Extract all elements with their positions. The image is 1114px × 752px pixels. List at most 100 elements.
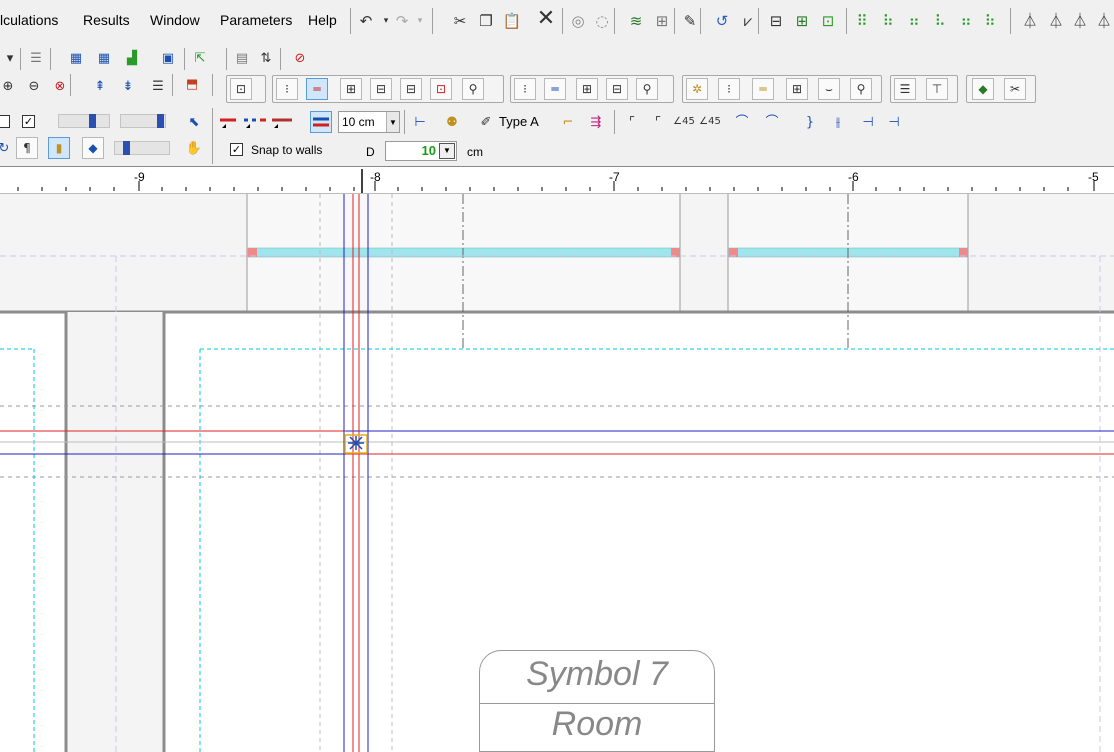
align-6-icon[interactable]: ⠷ — [980, 11, 1000, 31]
menu-help[interactable]: Help — [308, 12, 337, 28]
align-1-icon[interactable]: ⠿ — [852, 11, 872, 31]
door-tool-button[interactable]: ⊞ — [340, 78, 362, 100]
pen-icon[interactable]: ✎ — [680, 11, 700, 31]
rotate-icon[interactable]: ↻ — [0, 138, 14, 158]
zoom-in-icon[interactable]: ⊕ — [0, 76, 18, 96]
no-entry-icon[interactable]: ⊘ — [290, 48, 310, 68]
arc-corner-icon[interactable]: ⌜ — [648, 112, 668, 132]
paste-icon[interactable]: 📋 — [502, 11, 522, 31]
chevron-down-icon[interactable]: ▼ — [439, 143, 455, 159]
edit-line-icon[interactable]: ⩗ — [738, 11, 758, 31]
delete-icon[interactable]: ✕ — [536, 8, 556, 30]
list-icon[interactable]: ▤ — [232, 48, 252, 68]
highlight-button[interactable]: ▮ — [48, 137, 70, 159]
label-tool-button[interactable]: ⚲ — [462, 78, 484, 100]
room-tool-button[interactable]: ⊡ — [430, 78, 452, 100]
wall-tool-button[interactable]: ⁝ — [276, 78, 298, 100]
transparency-slider[interactable] — [58, 114, 110, 128]
hand-icon[interactable]: ✋ — [184, 138, 204, 158]
undo-icon[interactable]: ↶ — [356, 11, 376, 31]
drawing-canvas[interactable]: Symbol 7 Room — [0, 194, 1114, 752]
dimension-icon[interactable]: ⊢ — [410, 112, 430, 132]
connect-icon[interactable]: ⚉ — [442, 112, 462, 132]
pencil-icon[interactable]: ✐ — [476, 112, 496, 132]
slider-thumb[interactable] — [157, 114, 164, 128]
distance-input[interactable]: 10 ▼ — [385, 141, 457, 161]
light-tool-button[interactable]: ✲ — [686, 78, 708, 100]
cable-tool-button[interactable]: ═ — [752, 78, 774, 100]
duct-tool-button[interactable]: ═ — [544, 78, 566, 100]
grid-icon[interactable]: ▦ — [94, 48, 114, 68]
view-3d-toolbar-icon[interactable]: ⬒ — [182, 74, 202, 94]
revit-icon[interactable]: ⇱ — [190, 48, 210, 68]
corner-icon[interactable]: ⌜ — [622, 112, 642, 132]
line-tool-button[interactable]: ═ — [306, 78, 328, 100]
polyline-icon[interactable]: ↺ — [712, 11, 732, 31]
slider-thumb[interactable] — [123, 141, 130, 155]
report-icon[interactable]: ☰ — [26, 48, 46, 68]
cut-icon[interactable]: ✂ — [450, 11, 470, 31]
save-icon[interactable]: ▣ — [158, 48, 178, 68]
socket-tool-button[interactable]: ⁝ — [718, 78, 740, 100]
align-2-icon[interactable]: ⠷ — [878, 11, 898, 31]
levels-icon[interactable]: ☰ — [148, 76, 168, 96]
slider-thumb[interactable] — [89, 114, 96, 128]
valve-tool-button[interactable]: ⊟ — [606, 78, 628, 100]
wall-segment-vertical[interactable] — [66, 312, 164, 752]
parallel-icon[interactable]: ⊣ — [858, 112, 878, 132]
type-label[interactable]: Type A — [499, 114, 539, 129]
contrast-slider[interactable] — [120, 114, 166, 128]
line-width-dropdown[interactable]: 10 cm ▼ — [338, 111, 400, 133]
table-icon[interactable]: ▦ — [66, 48, 86, 68]
list-view-button[interactable]: ☰ — [894, 78, 916, 100]
route-icon[interactable]: ⇶ — [586, 112, 606, 132]
anchor-icon[interactable]: ⌐ — [558, 112, 578, 132]
zoom-window-icon[interactable]: ⊗ — [50, 76, 70, 96]
split-icon[interactable]: ⊟ — [766, 11, 786, 31]
copy-icon[interactable]: ❐ — [476, 11, 496, 31]
wall-segment[interactable] — [680, 194, 728, 312]
bend-icon[interactable]: ⌒ — [762, 112, 782, 132]
align-4-icon[interactable]: ⠧ — [930, 11, 950, 31]
sort-icon[interactable]: ⇅ — [256, 48, 276, 68]
align-5-icon[interactable]: ⠶ — [956, 11, 976, 31]
room-icon[interactable]: ⊡ — [818, 11, 838, 31]
wall-segment[interactable] — [968, 194, 1114, 312]
tree-view-button[interactable]: ⊤ — [926, 78, 948, 100]
tool-dropdown-icon[interactable]: ▾ — [0, 48, 20, 68]
angle-45b-icon[interactable]: ∠45 — [699, 112, 721, 132]
fitting-tool-button[interactable]: ⊞ — [576, 78, 598, 100]
opening-tool-button[interactable]: ⊟ — [400, 78, 422, 100]
snap-to-walls-checkbox[interactable]: ✓ — [230, 143, 243, 156]
window-tool-button[interactable]: ⊟ — [370, 78, 392, 100]
wall-segment[interactable] — [0, 194, 247, 312]
view-3d-icon[interactable]: ◎ — [568, 11, 588, 31]
device-tag-button[interactable]: ⚲ — [850, 78, 872, 100]
menu-window[interactable]: Window — [150, 12, 200, 28]
pilcrow-button[interactable]: ¶ — [16, 137, 38, 159]
bracket-icon[interactable]: } — [800, 112, 820, 132]
level-down-icon[interactable]: ⇟ — [118, 76, 138, 96]
mirror-3-icon[interactable]: ⏃ — [1070, 11, 1090, 31]
select-arrow-icon[interactable]: ⬉ — [184, 112, 204, 132]
angle-45-icon[interactable]: ∠45 — [673, 112, 695, 132]
mirror-2-icon[interactable]: ⏃ — [1046, 11, 1066, 31]
paint-button[interactable]: ◆ — [82, 137, 104, 159]
layer-settings-icon[interactable]: ⊞ — [652, 11, 672, 31]
layers-icon[interactable]: ≋ — [626, 11, 646, 31]
merge-icon[interactable]: ⊞ — [792, 11, 812, 31]
bath-tool-button[interactable]: ⌣ — [818, 78, 840, 100]
panel-tool-button[interactable]: ⊞ — [786, 78, 808, 100]
room-symbol[interactable]: Symbol 7 Room — [479, 650, 715, 752]
opacity-slider[interactable] — [114, 141, 170, 155]
wall-thickness-button[interactable] — [310, 111, 332, 133]
redo-dropdown-icon[interactable]: ▾ — [410, 11, 430, 31]
redo-icon[interactable]: ↷ — [392, 11, 412, 31]
fill-tool-button[interactable]: ◆ — [972, 78, 994, 100]
menu-parameters[interactable]: Parameters — [220, 12, 292, 28]
pipe-tool-button[interactable]: ⁝ — [514, 78, 536, 100]
zoom-out-icon[interactable]: ⊖ — [24, 76, 44, 96]
cut-tool-button[interactable]: ✂ — [1004, 78, 1026, 100]
tag-tool-button[interactable]: ⚲ — [636, 78, 658, 100]
menu-results[interactable]: Results — [83, 12, 130, 28]
